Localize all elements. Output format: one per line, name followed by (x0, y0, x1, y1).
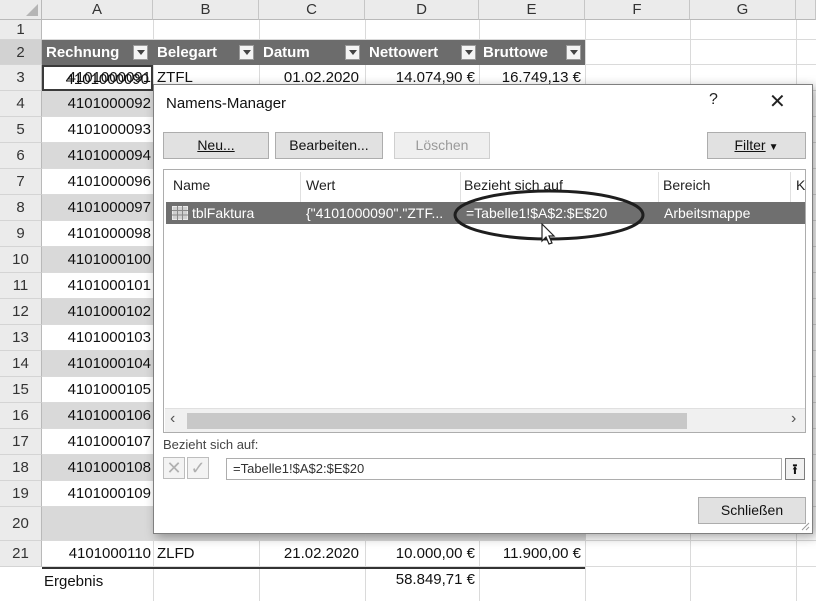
row-header[interactable]: 19 (0, 481, 42, 507)
row-header[interactable]: 3 (0, 65, 42, 91)
horizontal-scrollbar[interactable]: ‹ › (165, 408, 805, 432)
name-manager-dialog: Namens-Manager ? ✕ Neu... Bearbeiten... … (153, 84, 813, 534)
column-header-a[interactable]: A (42, 0, 153, 20)
refers-to-label: Bezieht sich auf: (163, 437, 259, 452)
list-header-name[interactable]: Name (173, 177, 210, 193)
list-header-comment[interactable]: K (796, 177, 805, 193)
filter-dropdown-nettowert[interactable] (461, 45, 476, 60)
row-header[interactable]: 16 (0, 403, 42, 429)
table-icon (172, 206, 188, 220)
column-header-b[interactable]: B (153, 0, 259, 20)
filter-dropdown-datum[interactable] (345, 45, 360, 60)
cell-b20[interactable]: ZLFD (155, 541, 259, 567)
filter-dropdown-rechnung[interactable] (133, 45, 148, 60)
confirm-edit-icon[interactable]: ✓ (187, 457, 209, 479)
filter-dropdown-bruttowert[interactable] (566, 45, 581, 60)
column-divider (790, 172, 791, 202)
list-header-scope[interactable]: Bereich (663, 177, 710, 193)
row-header[interactable]: 8 (0, 195, 42, 221)
cell-invoice-number[interactable]: 4101000104 (42, 351, 153, 377)
row-header[interactable]: 10 (0, 247, 42, 273)
help-button[interactable]: ? (709, 91, 718, 109)
list-header-value[interactable]: Wert (306, 177, 335, 193)
cell-e20[interactable]: 11.900,00 € (479, 541, 585, 567)
filter-button[interactable]: Filter ▼ (707, 132, 806, 159)
collapse-dialog-icon[interactable]: ⭱ (785, 458, 805, 480)
scroll-right-icon[interactable]: › (791, 410, 796, 428)
row-header[interactable]: 18 (0, 455, 42, 481)
cell-d21[interactable]: 58.849,71 € (365, 567, 479, 593)
edit-name-button[interactable]: Bearbeiten... (275, 132, 383, 159)
row-header[interactable]: 9 (0, 221, 42, 247)
entry-name: tblFaktura (192, 205, 255, 221)
new-name-button[interactable]: Neu... (163, 132, 269, 159)
filter-button-label: Filter (734, 137, 766, 153)
row-header[interactable]: 21 (0, 541, 42, 567)
delete-name-button[interactable]: Löschen (394, 132, 490, 159)
row-header[interactable]: 7 (0, 169, 42, 195)
cell-invoice-number[interactable]: 4101000107 (42, 429, 153, 455)
scroll-left-icon[interactable]: ‹ (170, 410, 175, 428)
column-header-c[interactable]: C (259, 0, 365, 20)
cell-invoice-number[interactable]: 4101000102 (42, 299, 153, 325)
cell-invoice-number[interactable]: 4101000097 (42, 195, 153, 221)
row-header[interactable]: 5 (0, 117, 42, 143)
row-header[interactable]: 11 (0, 273, 42, 299)
cell-invoice-number[interactable]: 4101000096 (42, 169, 153, 195)
filter-dropdown-belegart[interactable] (239, 45, 254, 60)
column-header-h[interactable] (796, 0, 816, 20)
row-header[interactable]: 1 (0, 20, 42, 40)
names-list[interactable]: Name Wert Bezieht sich auf Bereich K tbl… (163, 169, 806, 433)
dialog-title: Namens-Manager (166, 95, 287, 112)
cell-invoice-number[interactable]: 4101000094 (42, 143, 153, 169)
cell-invoice-number[interactable]: 4101000092 (42, 91, 153, 117)
new-name-button-label: Neu... (197, 137, 235, 153)
cell-invoice-number[interactable]: 4101000105 (42, 377, 153, 403)
cell-invoice-number[interactable]: 4101000091 (42, 65, 153, 91)
column-header-g[interactable]: G (690, 0, 796, 20)
cell-a20[interactable]: 4101000110 (42, 541, 153, 567)
close-dialog-button[interactable]: Schließen (698, 497, 806, 524)
row-header[interactable]: 14 (0, 351, 42, 377)
mouse-pointer-icon (541, 223, 556, 245)
entry-value: {"4101000090"."ZTF... (306, 205, 444, 221)
scrollbar-thumb[interactable] (187, 413, 687, 429)
column-header-f[interactable]: F (585, 0, 690, 20)
row-header[interactable]: 4 (0, 91, 42, 117)
cell-invoice-number[interactable]: 4101000108 (42, 455, 153, 481)
cell-d20[interactable]: 10.000,00 € (365, 541, 479, 567)
row-header[interactable]: 12 (0, 299, 42, 325)
refers-to-input[interactable]: =Tabelle1!$A$2:$E$20 (226, 458, 782, 480)
row-header[interactable]: 20 (0, 507, 42, 541)
cell-invoice-number[interactable]: 4101000093 (42, 117, 153, 143)
cell-c20[interactable]: 21.02.2020 (259, 541, 363, 567)
row-header[interactable]: 17 (0, 429, 42, 455)
column-header-e[interactable]: E (479, 0, 585, 20)
column-divider (300, 172, 301, 202)
column-divider (658, 172, 659, 202)
row-header[interactable]: 13 (0, 325, 42, 351)
select-all-corner[interactable] (0, 0, 42, 20)
row-header[interactable]: 2 (0, 40, 42, 65)
close-icon[interactable]: ✕ (769, 89, 786, 114)
entry-scope: Arbeitsmappe (664, 205, 751, 221)
cell-invoice-number[interactable]: 4101000106 (42, 403, 153, 429)
cell-invoice-number[interactable]: 4101000100 (42, 247, 153, 273)
cell-a21[interactable]: Ergebnis (42, 567, 153, 593)
resize-grip-icon[interactable] (800, 521, 810, 531)
row-header[interactable]: 15 (0, 377, 42, 403)
column-header-d[interactable]: D (365, 0, 479, 20)
cell-invoice-number[interactable]: 4101000103 (42, 325, 153, 351)
cancel-edit-icon[interactable]: ✕ (163, 457, 185, 479)
cell-invoice-number[interactable]: 4101000109 (42, 481, 153, 507)
cell-invoice-number[interactable]: 4101000098 (42, 221, 153, 247)
filter-chevron-icon: ▼ (768, 142, 779, 153)
row-header[interactable]: 6 (0, 143, 42, 169)
cell-invoice-number[interactable]: 4101000101 (42, 273, 153, 299)
